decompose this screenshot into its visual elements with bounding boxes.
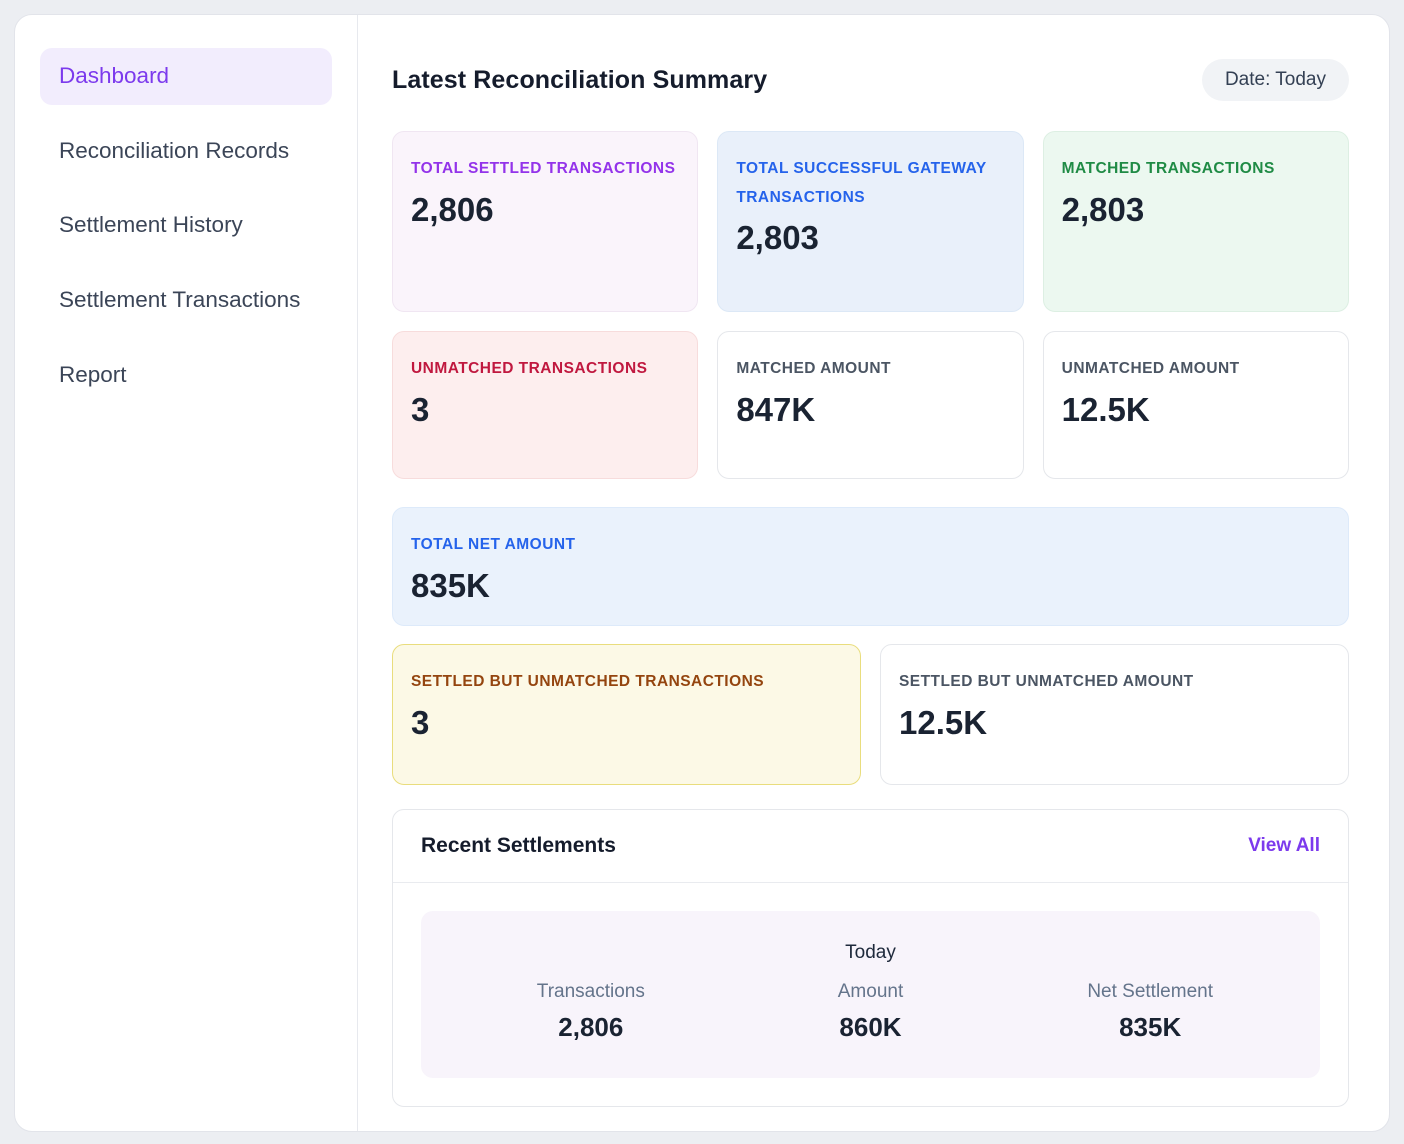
stat-label: SETTLED BUT UNMATCHED TRANSACTIONS [411,668,842,697]
stat-value: 12.5K [1062,392,1330,428]
sidebar-item-settlement-transactions[interactable]: Settlement Transactions [40,272,332,329]
settlement-col-label: Amount [731,981,1011,1003]
settlement-col-transactions: Transactions 2,806 [451,981,731,1043]
date-filter-badge[interactable]: Date: Today [1202,59,1349,101]
stat-card-unmatched-transactions: UNMATCHED TRANSACTIONS 3 [392,331,698,479]
stat-value: 3 [411,705,842,741]
settlement-period-label: Today [451,942,1290,964]
stats-row-1: TOTAL SETTLED TRANSACTIONS 2,806 TOTAL S… [392,131,1349,312]
sidebar-item-dashboard[interactable]: Dashboard [40,48,332,105]
recent-settlements-header: Recent Settlements View All [393,810,1348,883]
stat-label: MATCHED AMOUNT [736,355,1004,384]
stat-value: 2,806 [411,192,679,228]
main-content: Latest Reconciliation Summary Date: Toda… [358,15,1389,1131]
stat-value: 2,803 [1062,192,1330,228]
recent-settlements-body: Today Transactions 2,806 Amount 860K [393,883,1348,1106]
sidebar: Dashboard Reconciliation Records Settlem… [15,15,358,1131]
stat-card-matched-transactions: MATCHED TRANSACTIONS 2,803 [1043,131,1349,312]
stat-label: UNMATCHED TRANSACTIONS [411,355,679,384]
sidebar-item-reconciliation-records[interactable]: Reconciliation Records [40,123,332,180]
view-all-link[interactable]: View All [1248,835,1320,857]
settlement-col-amount: Amount 860K [731,981,1011,1043]
stat-label: TOTAL SUCCESSFUL GATEWAY TRANSACTIONS [736,155,1004,212]
settlement-col-value: 835K [1010,1012,1290,1043]
dashboard-page: Dashboard Reconciliation Records Settlem… [0,0,1404,1144]
stat-label: MATCHED TRANSACTIONS [1062,155,1330,184]
stat-card-total-successful-gateway-transactions: TOTAL SUCCESSFUL GATEWAY TRANSACTIONS 2,… [717,131,1023,312]
stat-card-unmatched-amount: UNMATCHED AMOUNT 12.5K [1043,331,1349,479]
sidebar-item-report[interactable]: Report [40,347,332,404]
stat-value: 847K [736,392,1004,428]
stat-label: TOTAL NET AMOUNT [411,531,1330,560]
settlement-col-label: Transactions [451,981,731,1003]
settlement-col-label: Net Settlement [1010,981,1290,1003]
stats-row-4: SETTLED BUT UNMATCHED TRANSACTIONS 3 SET… [392,644,1349,785]
stat-card-settled-but-unmatched-transactions: SETTLED BUT UNMATCHED TRANSACTIONS 3 [392,644,861,785]
main-header: Latest Reconciliation Summary Date: Toda… [392,59,1349,101]
stat-value: 835K [411,568,1330,604]
page-title: Latest Reconciliation Summary [392,66,767,95]
stats-row-2: UNMATCHED TRANSACTIONS 3 MATCHED AMOUNT … [392,331,1349,479]
stat-card-total-net-amount: TOTAL NET AMOUNT 835K [392,507,1349,626]
stat-label: UNMATCHED AMOUNT [1062,355,1330,384]
settlement-col-net-settlement: Net Settlement 835K [1010,981,1290,1043]
stat-card-settled-but-unmatched-amount: SETTLED BUT UNMATCHED AMOUNT 12.5K [880,644,1349,785]
recent-settlements-title: Recent Settlements [421,834,616,858]
recent-settlements-section: Recent Settlements View All Today Transa… [392,809,1349,1107]
stat-value: 3 [411,392,679,428]
stat-label: TOTAL SETTLED TRANSACTIONS [411,155,679,184]
stat-value: 2,803 [736,220,1004,256]
app-card: Dashboard Reconciliation Records Settlem… [14,14,1390,1132]
stat-card-total-settled-transactions: TOTAL SETTLED TRANSACTIONS 2,806 [392,131,698,312]
stat-label: SETTLED BUT UNMATCHED AMOUNT [899,668,1330,697]
settlement-col-value: 2,806 [451,1012,731,1043]
sidebar-item-settlement-history[interactable]: Settlement History [40,197,332,254]
settlement-summary-card: Today Transactions 2,806 Amount 860K [421,911,1320,1078]
stat-card-matched-amount: MATCHED AMOUNT 847K [717,331,1023,479]
stat-value: 12.5K [899,705,1330,741]
settlement-columns: Transactions 2,806 Amount 860K Net Settl… [451,981,1290,1043]
settlement-col-value: 860K [731,1012,1011,1043]
